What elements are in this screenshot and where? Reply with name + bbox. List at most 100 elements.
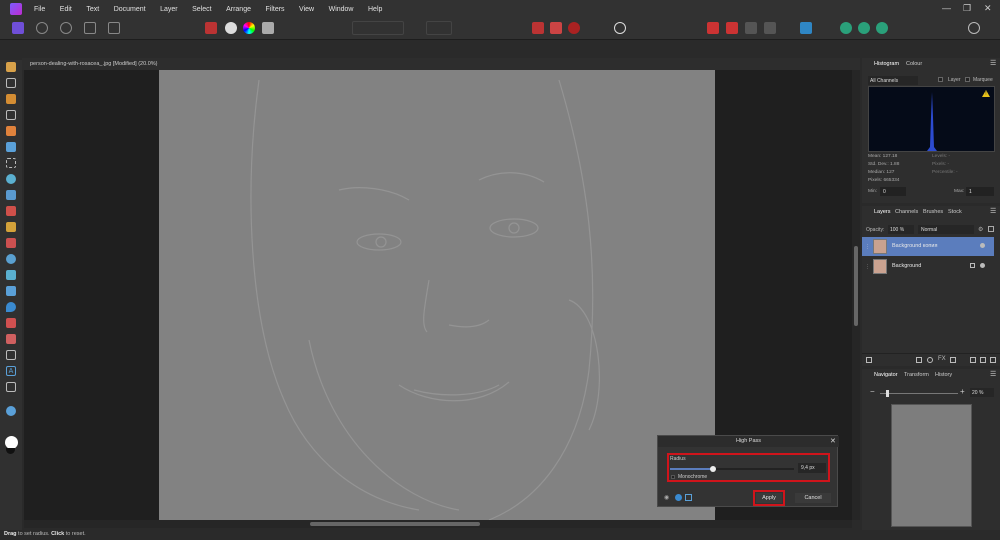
tone-mapping-persona-icon[interactable] <box>84 22 96 34</box>
record-icon[interactable] <box>568 22 580 34</box>
tab-histogram[interactable]: Histogram <box>874 61 899 67</box>
crop-tool-icon[interactable] <box>6 110 16 120</box>
vertical-scroll-thumb[interactable] <box>854 246 858 326</box>
layer-row-background[interactable]: ⋮ Background <box>862 257 994 276</box>
tab-transform[interactable]: Transform <box>904 372 929 378</box>
visibility-icon[interactable] <box>980 243 985 248</box>
arrange-back-icon[interactable] <box>707 22 719 34</box>
mesh-warp-tool-icon[interactable] <box>6 382 16 392</box>
menu-filters[interactable]: Filters <box>265 6 284 13</box>
merge-icon[interactable] <box>685 494 692 501</box>
photo-persona-icon[interactable] <box>12 22 24 34</box>
snapping-icon[interactable] <box>532 22 544 34</box>
layer-settings-icon[interactable]: ⚙ <box>978 226 983 233</box>
export-persona-icon[interactable] <box>108 22 120 34</box>
pixel-layer-icon[interactable] <box>950 357 956 363</box>
boolean-subtract-icon[interactable] <box>858 22 870 34</box>
horizontal-scrollbar[interactable] <box>24 520 852 528</box>
opacity-input[interactable]: 100 % <box>888 225 914 234</box>
layer-row-background-copy[interactable]: ⋮ Background копия <box>862 237 994 256</box>
gradient-tool-icon[interactable] <box>6 190 16 200</box>
assistant-icon[interactable] <box>550 22 562 34</box>
layer-checkbox[interactable] <box>938 77 943 82</box>
visibility-icon[interactable] <box>980 263 985 268</box>
document-tab[interactable]: person-dealing-with-rosacea_.jpg [Modifi… <box>22 58 860 70</box>
flood-fill-tool-icon[interactable] <box>6 174 16 184</box>
document-image[interactable] <box>159 70 715 520</box>
preferences-icon[interactable] <box>614 22 626 34</box>
menu-window[interactable]: Window <box>329 6 354 13</box>
mask-layer-icon[interactable] <box>916 357 922 363</box>
tab-navigator[interactable]: Navigator <box>874 372 898 378</box>
develop-persona-icon[interactable] <box>60 22 72 34</box>
horizontal-scroll-thumb[interactable] <box>310 522 480 526</box>
restore-icon[interactable]: ❐ <box>963 3 971 14</box>
group-layers-icon[interactable] <box>970 357 976 363</box>
tab-history[interactable]: History <box>935 372 952 378</box>
move-tool-icon[interactable] <box>6 78 16 88</box>
close-window-icon[interactable]: ✕ <box>984 3 992 14</box>
flood-select-tool-icon[interactable] <box>6 142 16 152</box>
arrange-front-icon[interactable] <box>726 22 738 34</box>
clone-brush-tool-icon[interactable] <box>6 270 16 280</box>
inpainting-tool-icon[interactable] <box>6 318 16 328</box>
live-filter-icon[interactable]: FX <box>938 356 946 362</box>
curves-icon[interactable] <box>225 22 237 34</box>
zoom-slider-handle[interactable] <box>886 390 889 397</box>
color-picker-tool-icon[interactable] <box>6 94 16 104</box>
navigator-preview[interactable] <box>891 404 972 527</box>
boolean-add-icon[interactable] <box>840 22 852 34</box>
layers-menu-icon[interactable]: ☰ <box>990 207 996 215</box>
expand-layer-icon[interactable]: ⋮ <box>865 244 870 250</box>
tab-layers[interactable]: Layers <box>874 209 891 215</box>
zoom-in-icon[interactable]: + <box>960 387 965 396</box>
channels-dropdown[interactable]: All Channels <box>868 76 918 85</box>
lock-options-icon[interactable] <box>988 226 994 232</box>
marquee-checkbox[interactable] <box>965 77 970 82</box>
menu-file[interactable]: File <box>34 6 45 13</box>
tab-colour[interactable]: Colour <box>906 61 922 67</box>
preview-eye-icon[interactable]: ◉ <box>664 494 669 501</box>
levels-icon[interactable] <box>205 22 217 34</box>
navigator-menu-icon[interactable]: ☰ <box>990 370 996 378</box>
pen-tool-icon[interactable] <box>6 334 16 344</box>
apply-button[interactable]: Apply <box>756 493 782 503</box>
liquify-persona-icon[interactable] <box>36 22 48 34</box>
red-eye-tool-icon[interactable] <box>6 302 16 312</box>
menu-layer[interactable]: Layer <box>160 6 178 13</box>
delete-layer-icon[interactable] <box>990 357 996 363</box>
layer-options-icon[interactable] <box>866 357 872 363</box>
blur-brush-tool-icon[interactable] <box>6 254 16 264</box>
menu-help[interactable]: Help <box>368 6 382 13</box>
rectangle-tool-icon[interactable] <box>6 350 16 360</box>
min-input[interactable]: 0 <box>880 187 906 196</box>
blend-options-icon[interactable] <box>675 494 682 501</box>
radius-slider[interactable] <box>670 466 794 472</box>
panel-menu-icon[interactable]: ☰ <box>990 59 996 67</box>
healing-brush-tool-icon[interactable] <box>6 286 16 296</box>
arrange-forward-icon[interactable] <box>745 22 757 34</box>
dodge-brush-tool-icon[interactable] <box>6 238 16 248</box>
menu-view[interactable]: View <box>299 6 314 13</box>
add-layer-icon[interactable] <box>980 357 986 363</box>
adjustment-layer-icon[interactable] <box>927 357 933 363</box>
max-input[interactable]: 1 <box>966 187 994 196</box>
color-balance-icon[interactable] <box>243 22 255 34</box>
arrange-backward-icon[interactable] <box>764 22 776 34</box>
cancel-button[interactable]: Cancel <box>795 493 831 503</box>
tab-channels[interactable]: Channels <box>895 209 918 215</box>
menu-text[interactable]: Text <box>86 6 99 13</box>
blend-mode-dropdown[interactable]: Normal <box>918 225 974 234</box>
zoom-out-icon[interactable]: − <box>870 387 875 396</box>
radius-input[interactable]: 9,4 px <box>798 463 826 473</box>
secondary-color-swatch[interactable] <box>6 448 15 454</box>
tab-brushes[interactable]: Brushes <box>923 209 943 215</box>
menu-document[interactable]: Document <box>114 6 146 13</box>
marquee-tool-icon[interactable] <box>6 158 16 168</box>
zoom-input[interactable]: 20 % <box>970 388 994 397</box>
menu-edit[interactable]: Edit <box>60 6 72 13</box>
account-icon[interactable] <box>968 22 980 34</box>
zoom-slider[interactable] <box>880 390 958 397</box>
hand-tool-icon[interactable] <box>6 62 16 72</box>
text-tool-icon[interactable]: A <box>6 366 16 376</box>
